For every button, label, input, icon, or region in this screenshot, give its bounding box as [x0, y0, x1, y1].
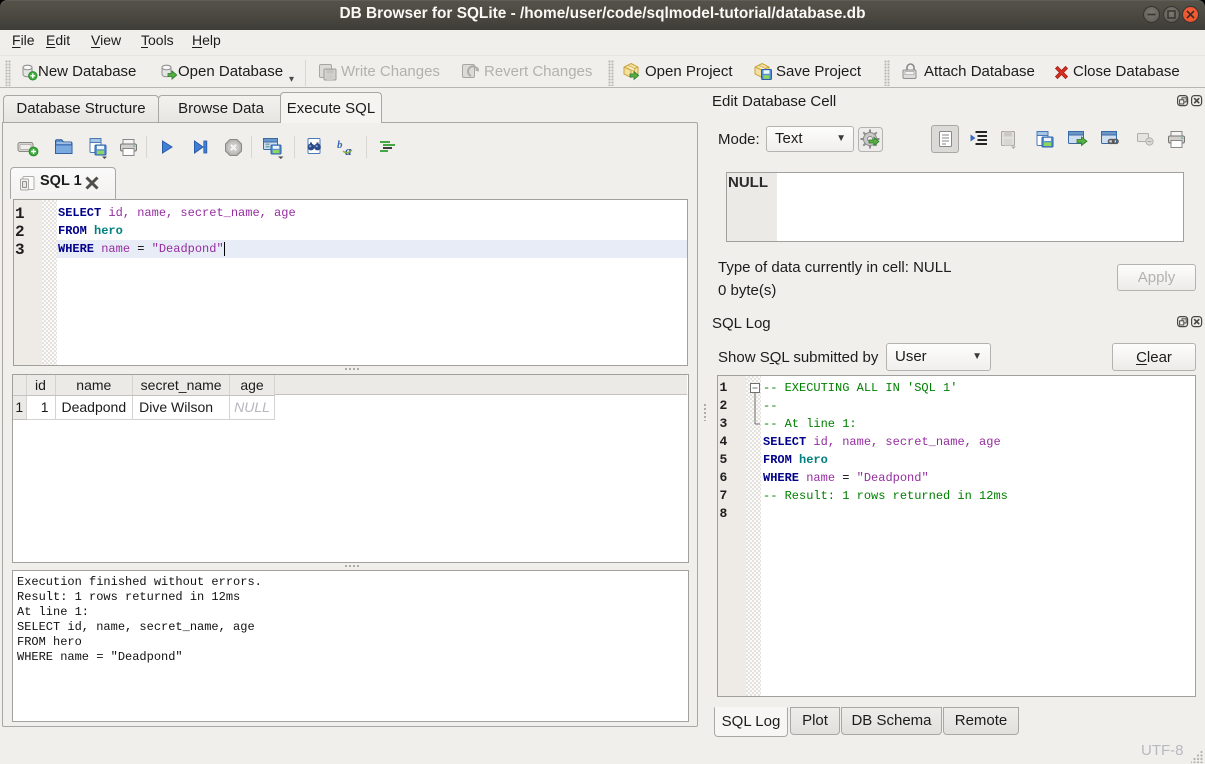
svg-text:a: a: [345, 143, 352, 157]
svg-text:b: b: [337, 139, 343, 151]
